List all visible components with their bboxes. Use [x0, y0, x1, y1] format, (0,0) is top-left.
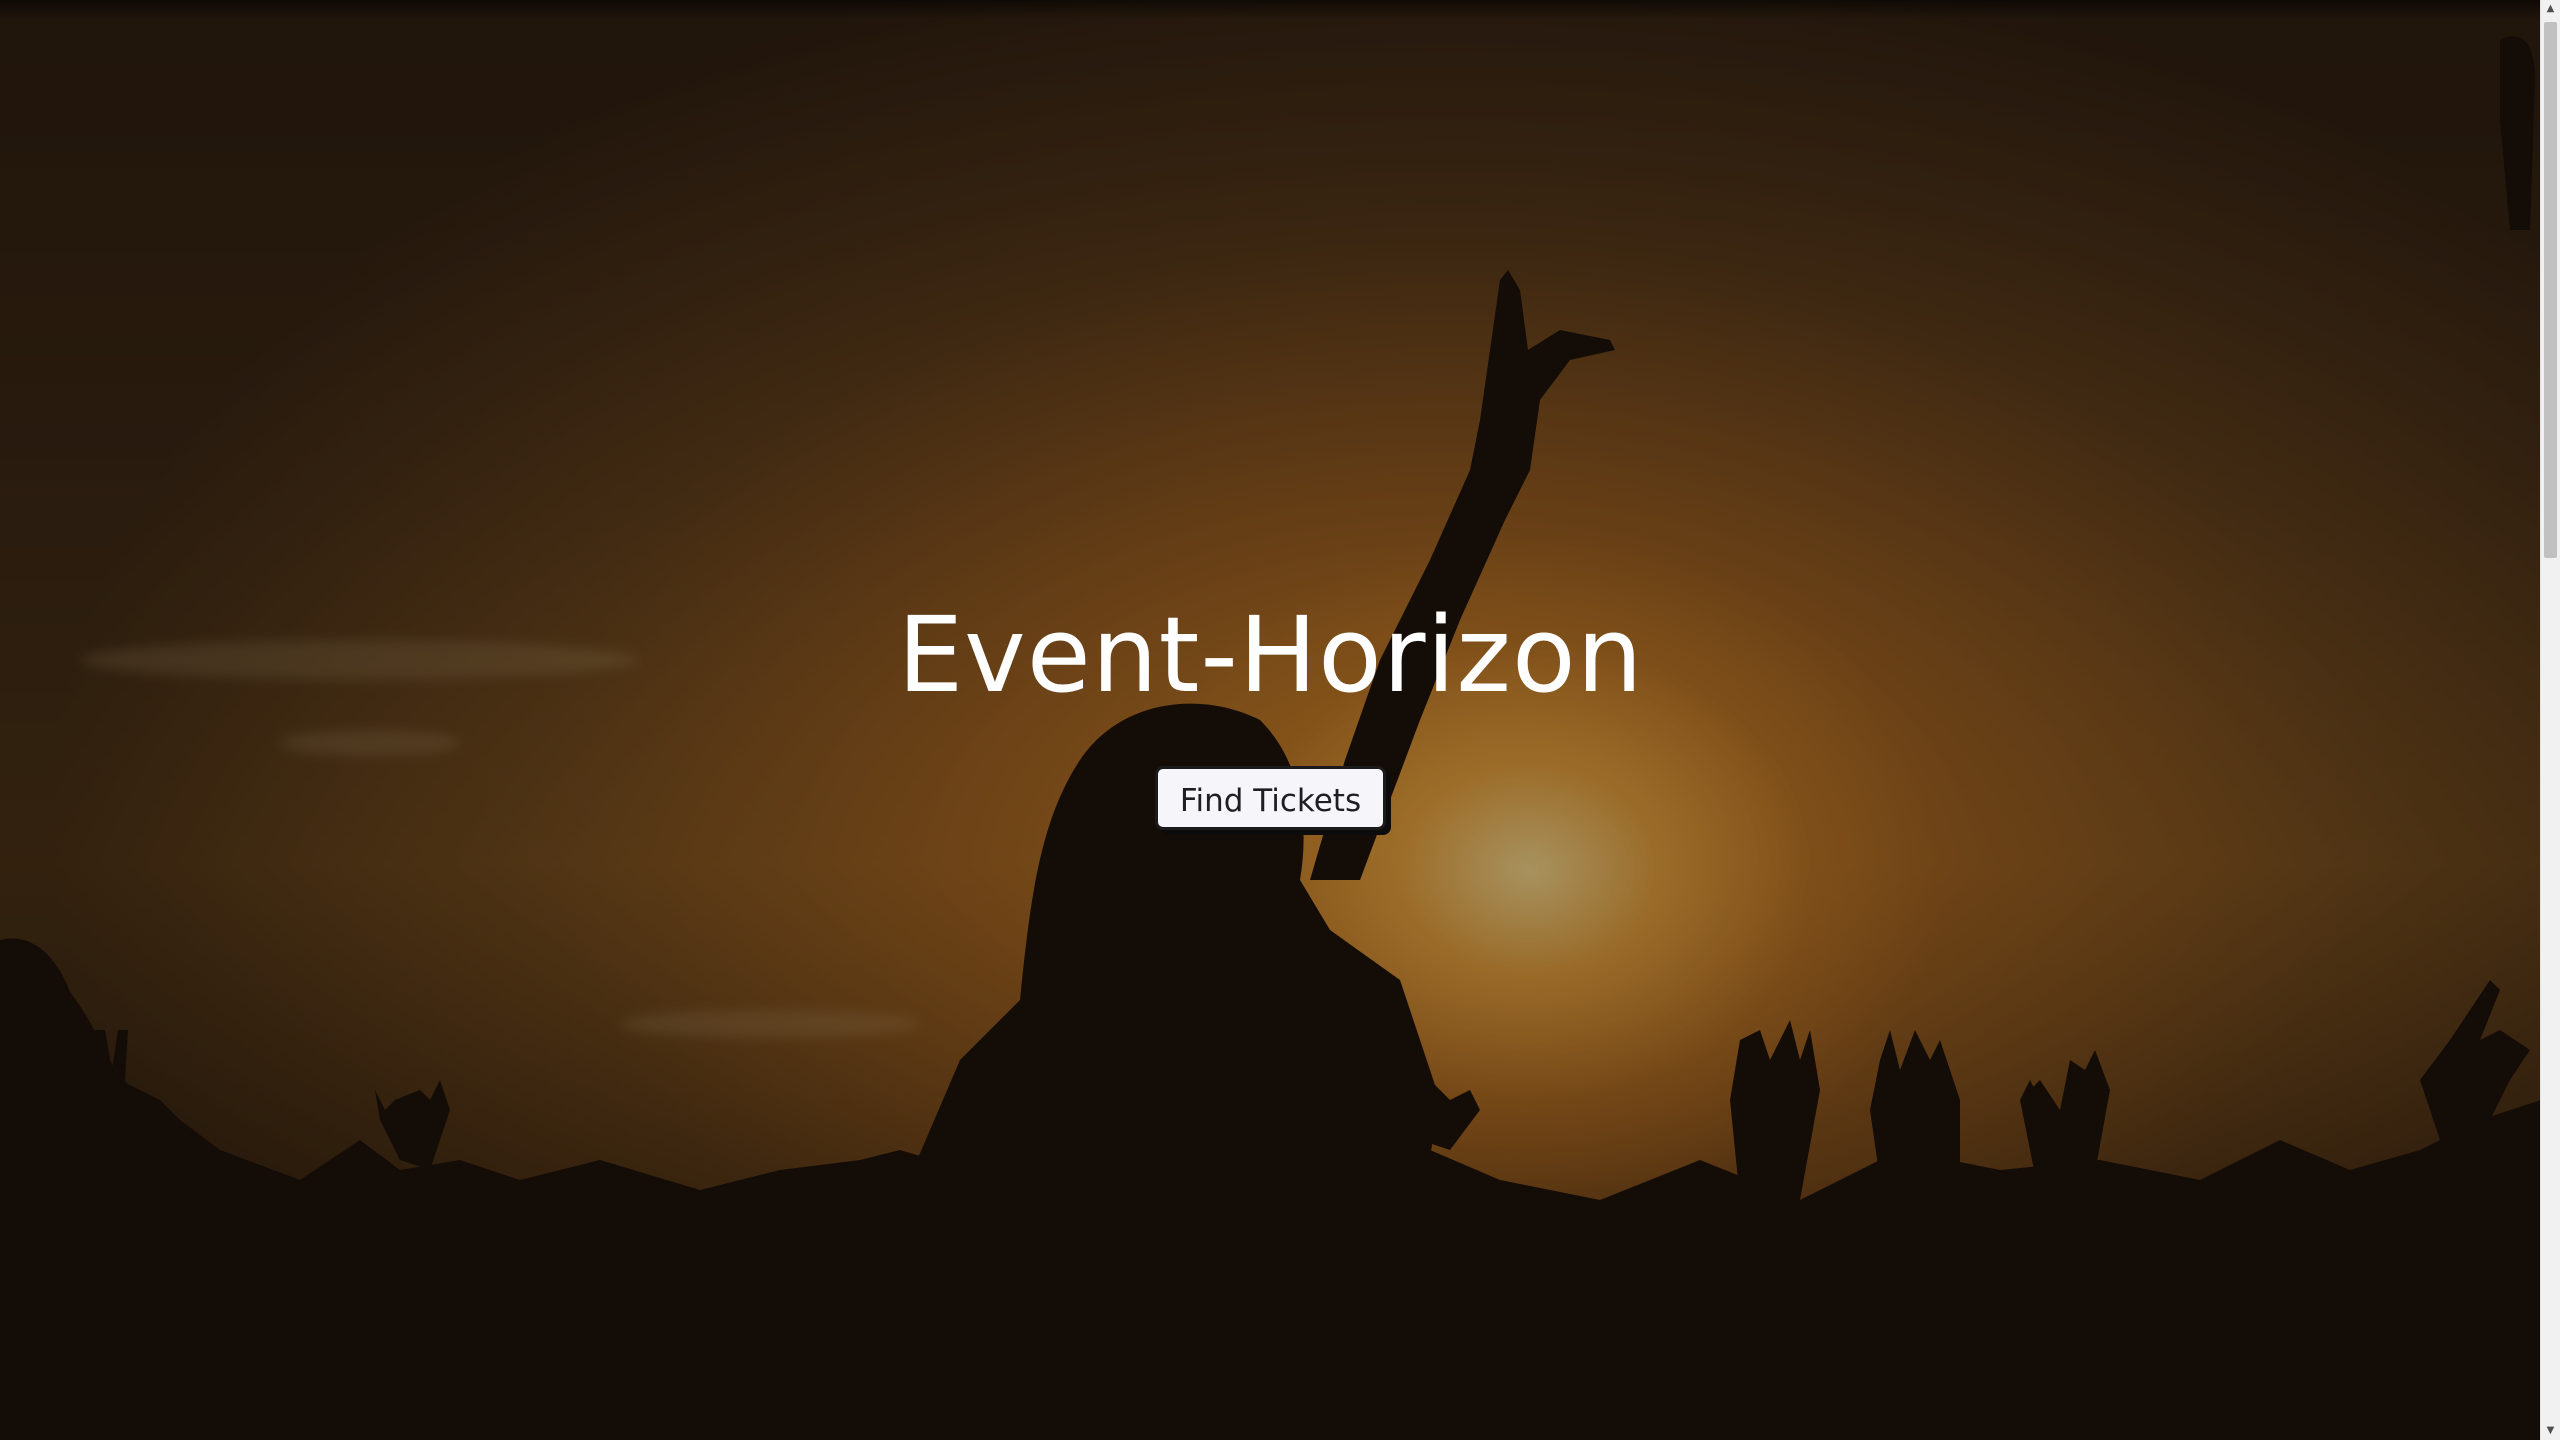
pole: [2500, 36, 2535, 230]
page: Event-Horizon Find Tickets ▲ ▼: [0, 0, 2560, 1440]
raised-hand: [375, 1080, 450, 1170]
top-shadow: [0, 0, 2541, 20]
vertical-scrollbar[interactable]: ▲ ▼: [2540, 0, 2560, 1440]
scroll-up-arrow-icon[interactable]: ▲: [2541, 0, 2560, 18]
raised-hand: [1870, 1030, 1960, 1180]
raised-hand: [1730, 1020, 1820, 1200]
scroll-thumb[interactable]: [2544, 22, 2557, 558]
hero-title: Event-Horizon: [897, 594, 1644, 716]
hero-content: Event-Horizon Find Tickets: [0, 590, 2541, 830]
find-tickets-button[interactable]: Find Tickets: [1154, 766, 1387, 830]
hero-section: Event-Horizon Find Tickets: [0, 0, 2541, 1440]
scroll-down-arrow-icon[interactable]: ▼: [2541, 1422, 2560, 1440]
